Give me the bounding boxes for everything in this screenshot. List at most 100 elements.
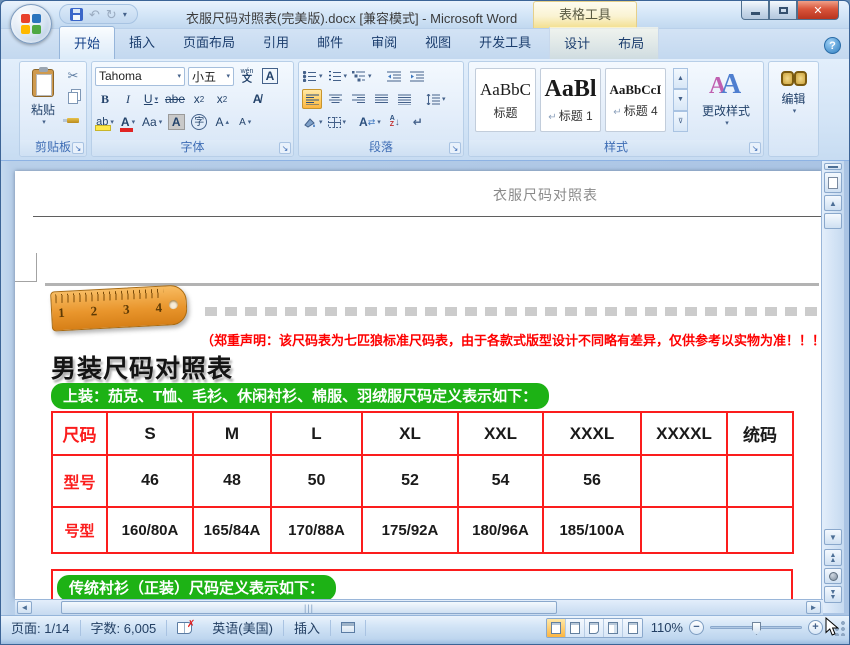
table-cell[interactable]: 号型 (51, 506, 108, 554)
scroll-down-button[interactable]: ▼ (824, 529, 842, 545)
table-cell[interactable]: XXXL (542, 411, 642, 456)
align-right-button[interactable] (348, 89, 368, 109)
table-cell[interactable]: 56 (542, 454, 642, 508)
next-page-button[interactable]: ▼ ▼ (824, 586, 842, 603)
zoom-level[interactable]: 110% (649, 620, 683, 635)
grow-font-button[interactable]: A ▴ (212, 112, 232, 132)
table-cell[interactable]: 52 (361, 454, 459, 508)
table-cell[interactable] (726, 506, 794, 554)
close-button[interactable]: ✕ (797, 1, 839, 20)
language-indicator[interactable]: 英语(美国) (202, 618, 283, 637)
italic-button[interactable]: I (118, 89, 138, 109)
vertical-scrollbar[interactable]: ▲ ▼ ▲ ▲ ▼ ▼ (821, 161, 844, 613)
table-cell[interactable]: 185/100A (542, 506, 642, 554)
outline-view-button[interactable] (604, 618, 623, 637)
zoom-slider-thumb[interactable] (752, 622, 761, 635)
save-icon[interactable] (70, 7, 83, 21)
edit-button[interactable]: 编辑 ▾ (780, 64, 808, 140)
paragraph-dialog-launcher[interactable]: ↘ (449, 142, 461, 154)
change-case-button[interactable]: Aa ▾ (141, 112, 163, 132)
styles-dialog-launcher[interactable]: ↘ (749, 142, 761, 154)
table-cell[interactable]: XL (361, 411, 459, 456)
contextual-ribbon-tab[interactable]: 布局 (604, 27, 658, 59)
vertical-scroll-thumb[interactable] (824, 213, 842, 229)
macro-record-button[interactable] (331, 622, 365, 633)
distribute-button[interactable] (394, 89, 414, 109)
enclose-characters-button[interactable]: 字 (189, 112, 209, 132)
ribbon-tab[interactable]: 开发工具 (465, 26, 545, 59)
bold-button[interactable]: B (95, 89, 115, 109)
numbering-button[interactable]: ▾ (327, 66, 349, 86)
document-page[interactable]: 衣服尺码对照表 1 2 3 4 （郑重声明：该尺码表为七匹狼标准尺码表，由于各款式版型… (15, 171, 823, 599)
subscript-button[interactable]: x2 (189, 89, 209, 109)
justify-button[interactable] (371, 89, 391, 109)
table-cell[interactable]: XXL (457, 411, 544, 456)
table-cell[interactable]: 统码 (726, 411, 794, 456)
phonetic-guide-button[interactable]: wén 文 (237, 66, 257, 86)
font-size-combobox[interactable]: 小五 ▾ (188, 66, 234, 86)
table-cell[interactable]: 50 (270, 454, 363, 508)
align-center-button[interactable] (325, 89, 345, 109)
office-button[interactable] (10, 4, 52, 44)
format-painter-button[interactable] (63, 110, 83, 130)
word-count[interactable]: 字数: 6,005 (81, 618, 167, 637)
table-cell[interactable]: 165/84A (192, 506, 272, 554)
table-cell[interactable]: 型号 (51, 454, 108, 508)
asian-layout-button[interactable]: A ⇄ ▾ (358, 112, 382, 132)
scroll-right-button[interactable]: ► (806, 601, 821, 614)
help-button[interactable]: ? (824, 37, 841, 54)
ruler-toggle-button[interactable] (824, 172, 842, 193)
font-color-button[interactable]: A ▾ (118, 112, 138, 132)
decrease-indent-button[interactable] (384, 66, 404, 86)
proofing-status[interactable]: ✗ (167, 619, 202, 634)
clear-formatting-button[interactable]: A̸ (247, 89, 267, 109)
ribbon-tab[interactable]: 审阅 (357, 26, 411, 59)
split-handle[interactable] (824, 163, 842, 170)
table-cell[interactable]: 48 (192, 454, 272, 508)
increase-indent-button[interactable] (407, 66, 427, 86)
copy-button[interactable] (63, 88, 83, 108)
table-cell[interactable]: 175/92A (361, 506, 459, 554)
shrink-font-button[interactable]: A ▾ (235, 112, 255, 132)
table-cell[interactable]: M (192, 411, 272, 456)
cut-button[interactable]: ✂ (63, 66, 83, 86)
table-cell[interactable]: S (106, 411, 194, 456)
align-left-button[interactable] (302, 89, 322, 109)
scroll-left-button[interactable]: ◄ (17, 601, 32, 614)
zoom-out-button[interactable]: − (689, 620, 704, 635)
table-cell[interactable] (640, 506, 728, 554)
paste-button[interactable]: 粘贴 ▾ (25, 66, 61, 140)
strikethrough-button[interactable]: abe (164, 89, 186, 109)
line-spacing-button[interactable]: ▾ (425, 89, 447, 109)
table-cell[interactable]: XXXXL (640, 411, 728, 456)
style-tile[interactable]: AaBl ↵ 标题 1 (540, 68, 601, 132)
page-indicator[interactable]: 页面: 1/14 (1, 618, 80, 637)
style-tile[interactable]: AaBbC 标题 (475, 68, 536, 132)
bullets-button[interactable]: ▾ (302, 66, 324, 86)
ribbon-tab[interactable]: 邮件 (303, 26, 357, 59)
ribbon-tab[interactable]: 引用 (249, 26, 303, 59)
fullscreen-reading-view-button[interactable] (566, 618, 585, 637)
table-cell[interactable]: L (270, 411, 363, 456)
superscript-button[interactable]: x2 (212, 89, 232, 109)
style-tile[interactable]: AaBbCcI ↵ 标题 4 (605, 68, 666, 132)
highlight-color-button[interactable]: ab ▾ (95, 112, 115, 132)
ribbon-tab[interactable]: 开始 (59, 26, 116, 59)
font-family-combobox[interactable]: Tahoma ▾ (95, 66, 185, 86)
styles-scroll-up-button[interactable]: ▲ (673, 68, 688, 90)
scroll-up-button[interactable]: ▲ (824, 195, 842, 211)
underline-button[interactable]: U ▾ (141, 89, 161, 109)
character-shading-button[interactable]: A (166, 112, 186, 132)
previous-page-button[interactable]: ▲ ▲ (824, 549, 842, 566)
table-cell[interactable]: 46 (106, 454, 194, 508)
table-cell[interactable]: 170/88A (270, 506, 363, 554)
restore-button[interactable] (769, 1, 797, 20)
show-marks-button[interactable]: ↵ (408, 112, 428, 132)
contextual-ribbon-tab[interactable]: 设计 (550, 27, 604, 59)
table-cell[interactable]: 160/80A (106, 506, 194, 554)
zoom-in-button[interactable]: + (808, 620, 823, 635)
insert-mode-indicator[interactable]: 插入 (284, 618, 330, 637)
borders-button[interactable]: ▾ (327, 112, 348, 132)
table-cell[interactable]: 尺码 (51, 411, 108, 456)
clipboard-dialog-launcher[interactable]: ↘ (72, 142, 84, 154)
